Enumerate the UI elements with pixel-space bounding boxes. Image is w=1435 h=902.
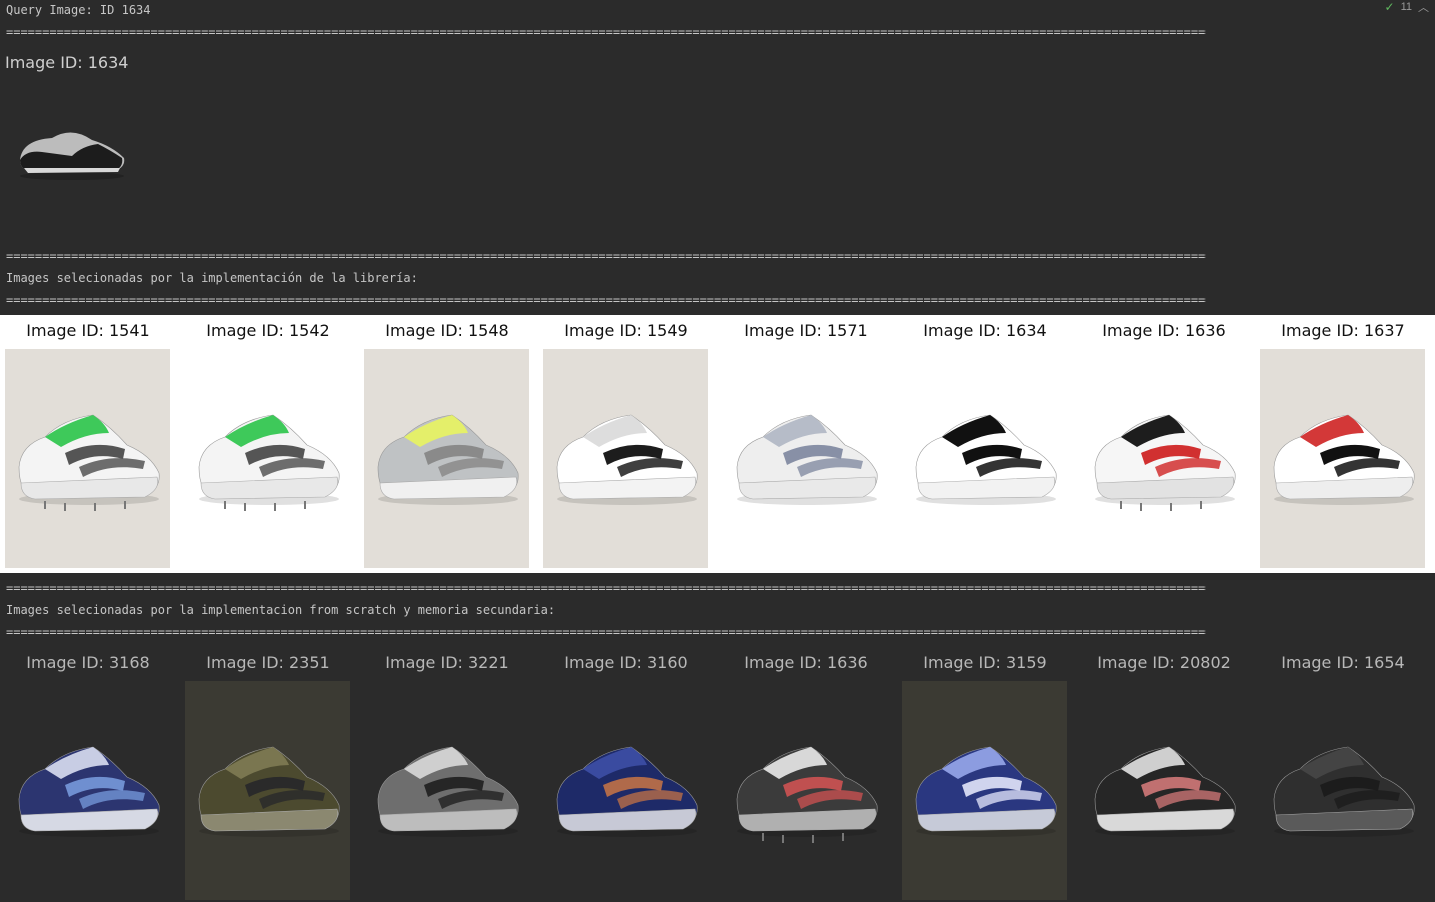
- chevron-up-icon[interactable]: ︿: [1418, 0, 1429, 15]
- image-id-label: Image ID: 1636: [1102, 321, 1226, 340]
- shoe-image: [1081, 681, 1246, 900]
- scratch-result-item: Image ID: 1654: [1260, 652, 1426, 900]
- query-image: [12, 110, 132, 190]
- library-result-item: Image ID: 1637: [1260, 320, 1426, 568]
- shoe-image: [364, 681, 529, 900]
- shoe-image: [902, 681, 1067, 900]
- library-result-item: Image ID: 1548: [364, 320, 530, 568]
- library-results-row: Image ID: 1541 Image ID: 1542 Image ID: …: [0, 320, 1435, 570]
- shoe-image: [723, 681, 888, 900]
- image-id-label: Image ID: 3168: [26, 653, 150, 672]
- shoe-image: [543, 349, 708, 568]
- shoe-image: [185, 349, 350, 568]
- shoe-image: [1260, 349, 1425, 568]
- shoe-image: [1260, 681, 1425, 900]
- image-id-label: Image ID: 1637: [1281, 321, 1405, 340]
- separator: ========================================…: [6, 581, 1206, 595]
- shoe-image: [543, 681, 708, 900]
- library-result-item: Image ID: 1549: [543, 320, 709, 568]
- scratch-result-item: Image ID: 3168: [5, 652, 171, 900]
- separator: ========================================…: [6, 25, 1206, 39]
- inspection-count: 11: [1400, 1, 1412, 13]
- image-id-label: Image ID: 1549: [564, 321, 688, 340]
- scratch-result-item: Image ID: 3159: [902, 652, 1068, 900]
- section1-title: Images selecionadas por la implementació…: [6, 271, 418, 285]
- scratch-result-item: Image ID: 2351: [185, 652, 351, 900]
- check-icon: ✓: [1384, 0, 1395, 14]
- inspection-indicator[interactable]: ✓ 11 ︿: [1385, 0, 1429, 14]
- library-result-item: Image ID: 1634: [902, 320, 1068, 568]
- shoe-image: [902, 349, 1067, 568]
- image-id-label: Image ID: 3221: [385, 653, 509, 672]
- library-result-item: Image ID: 1636: [1081, 320, 1247, 568]
- scratch-result-item: Image ID: 3221: [364, 652, 530, 900]
- scratch-result-item: Image ID: 20802: [1081, 652, 1247, 900]
- console-header: Query Image: ID 1634: [6, 3, 151, 17]
- image-id-label: Image ID: 1634: [923, 321, 1047, 340]
- image-id-label: Image ID: 3160: [564, 653, 688, 672]
- image-id-label: Image ID: 3159: [923, 653, 1047, 672]
- shoe-image: [5, 681, 170, 900]
- scratch-result-item: Image ID: 3160: [543, 652, 709, 900]
- image-id-label: Image ID: 20802: [1097, 653, 1231, 672]
- image-id-label: Image ID: 1654: [1281, 653, 1405, 672]
- image-id-label: Image ID: 1542: [206, 321, 330, 340]
- image-id-label: Image ID: 2351: [206, 653, 330, 672]
- library-result-item: Image ID: 1542: [185, 320, 351, 568]
- image-id-label: Image ID: 1636: [744, 653, 868, 672]
- separator: ========================================…: [6, 625, 1206, 639]
- image-id-label: Image ID: 1548: [385, 321, 509, 340]
- shoe-image: [364, 349, 529, 568]
- library-result-item: Image ID: 1571: [723, 320, 889, 568]
- shoe-image: [5, 349, 170, 568]
- query-image-title: Image ID: 1634: [5, 53, 129, 72]
- section2-title: Images selecionadas por la implementacio…: [6, 603, 556, 617]
- shoe-image: [1081, 349, 1246, 568]
- shoe-image: [185, 681, 350, 900]
- image-id-label: Image ID: 1541: [26, 321, 150, 340]
- separator: ========================================…: [6, 293, 1206, 307]
- scratch-results-row: Image ID: 3168 Image ID: 2351 Image ID: …: [0, 652, 1435, 902]
- scratch-result-item: Image ID: 1636: [723, 652, 889, 900]
- image-id-label: Image ID: 1571: [744, 321, 868, 340]
- separator: ========================================…: [6, 249, 1206, 263]
- shoe-image: [723, 349, 888, 568]
- library-result-item: Image ID: 1541: [5, 320, 171, 568]
